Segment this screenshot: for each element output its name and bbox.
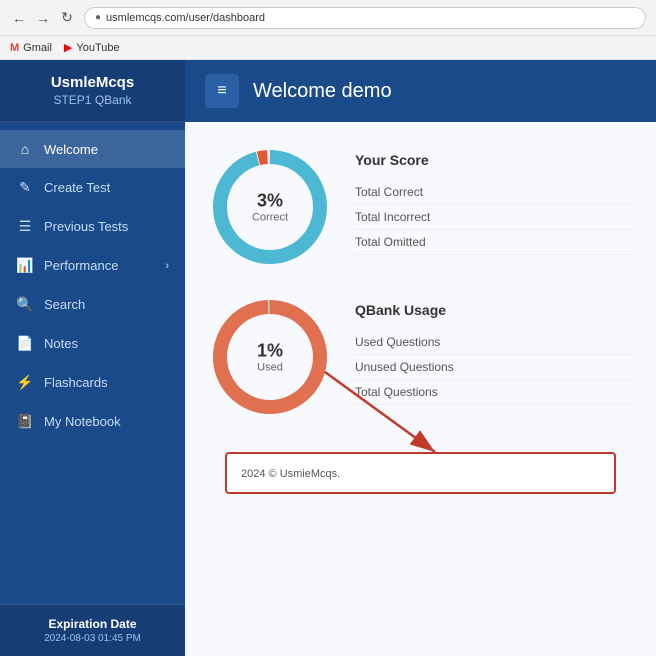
flashcards-icon: ⚡ [16, 374, 34, 391]
score-panel: Your Score Total Correct Total Incorrect… [355, 142, 636, 255]
sidebar-logo-title: UsmleMcqs [10, 74, 175, 91]
footer-text: 2024 © UsmieMcqs. [241, 468, 340, 480]
chevron-right-icon: › [165, 260, 169, 272]
footer: 2024 © UsmieMcqs. [225, 452, 616, 494]
sidebar-header: UsmleMcqs STEP1 QBank [0, 60, 185, 122]
youtube-icon: ▶ [64, 41, 72, 54]
url-text: usmlemcqs.com/user/dashboard [106, 12, 265, 24]
app-container: UsmleMcqs STEP1 QBank ⌂ Welcome ✎ Create… [0, 60, 656, 656]
used-stats-row: 1% Used QBank Usage Used Questions Unuse… [205, 292, 636, 422]
sidebar-item-label: Previous Tests [44, 219, 128, 234]
nav-icons: ← → ↻ [10, 9, 76, 27]
dashboard-body: 3% Correct Your Score Total Correct Tota… [185, 122, 656, 530]
gmail-icon: M [10, 42, 19, 54]
used-questions-row: Used Questions [355, 330, 636, 355]
correct-chart-center: 3% Correct [252, 191, 288, 224]
used-chart-container: 1% Used [205, 292, 335, 422]
sidebar-item-label: Notes [44, 336, 78, 351]
sidebar: UsmleMcqs STEP1 QBank ⌂ Welcome ✎ Create… [0, 60, 185, 656]
main-header: ≡ Welcome demo [185, 60, 656, 122]
total-omitted-row: Total Omitted [355, 230, 636, 255]
sidebar-item-label: Performance [44, 258, 118, 273]
reload-button[interactable]: ↻ [58, 9, 76, 27]
list-icon: ☰ [16, 218, 34, 235]
your-score-title: Your Score [355, 152, 636, 168]
address-bar[interactable]: ● usmlemcqs.com/user/dashboard [84, 7, 646, 29]
bookmark-gmail[interactable]: M Gmail [10, 42, 52, 54]
sidebar-item-notes[interactable]: 📄 Notes [0, 324, 185, 363]
qbank-usage-title: QBank Usage [355, 302, 636, 318]
correct-stats-row: 3% Correct Your Score Total Correct Tota… [205, 142, 636, 272]
notes-icon: 📄 [16, 335, 34, 352]
home-icon: ⌂ [16, 141, 34, 157]
unused-questions-row: Unused Questions [355, 355, 636, 380]
sidebar-item-label: Search [44, 297, 85, 312]
expiration-date: 2024-08-03 01:45 PM [10, 633, 175, 644]
sidebar-nav: ⌂ Welcome ✎ Create Test ☰ Previous Tests… [0, 122, 185, 604]
sidebar-item-my-notebook[interactable]: 📓 My Notebook [0, 402, 185, 441]
browser-chrome: ← → ↻ ● usmlemcqs.com/user/dashboard [0, 0, 656, 36]
used-chart-center: 1% Used [257, 341, 283, 374]
sidebar-item-label: Flashcards [44, 375, 108, 390]
total-questions-row: Total Questions [355, 380, 636, 405]
bookmarks-bar: M Gmail ▶ YouTube [0, 36, 656, 60]
used-label: Used [257, 362, 283, 374]
youtube-label: YouTube [76, 42, 119, 54]
sidebar-item-search[interactable]: 🔍 Search [0, 285, 185, 324]
correct-donut: 3% Correct [205, 142, 335, 272]
secure-icon: ● [95, 12, 101, 23]
correct-label: Correct [252, 212, 288, 224]
correct-percent: 3% [252, 191, 288, 212]
gmail-label: Gmail [23, 42, 52, 54]
chart-icon: 📊 [16, 257, 34, 274]
edit-icon: ✎ [16, 179, 34, 196]
sidebar-item-label: Create Test [44, 180, 110, 195]
usage-panel: QBank Usage Used Questions Unused Questi… [355, 292, 636, 405]
total-correct-row: Total Correct [355, 180, 636, 205]
sidebar-item-welcome[interactable]: ⌂ Welcome [0, 130, 185, 168]
correct-chart-container: 3% Correct [205, 142, 335, 272]
notebook-icon: 📓 [16, 413, 34, 430]
search-icon: 🔍 [16, 296, 34, 313]
sidebar-item-label: Welcome [44, 142, 98, 157]
sidebar-item-label: My Notebook [44, 414, 121, 429]
page-title: Welcome demo [253, 80, 392, 103]
used-percent: 1% [257, 341, 283, 362]
sidebar-item-create-test[interactable]: ✎ Create Test [0, 168, 185, 207]
hamburger-icon: ≡ [217, 82, 226, 100]
sidebar-item-previous-tests[interactable]: ☰ Previous Tests [0, 207, 185, 246]
sidebar-footer: Expiration Date 2024-08-03 01:45 PM [0, 604, 185, 656]
sidebar-item-performance[interactable]: 📊 Performance › [0, 246, 185, 285]
hamburger-button[interactable]: ≡ [205, 74, 239, 108]
sidebar-logo-subtitle: STEP1 QBank [10, 93, 175, 107]
bookmark-youtube[interactable]: ▶ YouTube [64, 41, 120, 54]
back-button[interactable]: ← [10, 9, 28, 27]
total-incorrect-row: Total Incorrect [355, 205, 636, 230]
forward-button[interactable]: → [34, 9, 52, 27]
sidebar-item-flashcards[interactable]: ⚡ Flashcards [0, 363, 185, 402]
used-donut: 1% Used [205, 292, 335, 422]
expiration-label: Expiration Date [10, 617, 175, 631]
main-content: ≡ Welcome demo [185, 60, 656, 656]
